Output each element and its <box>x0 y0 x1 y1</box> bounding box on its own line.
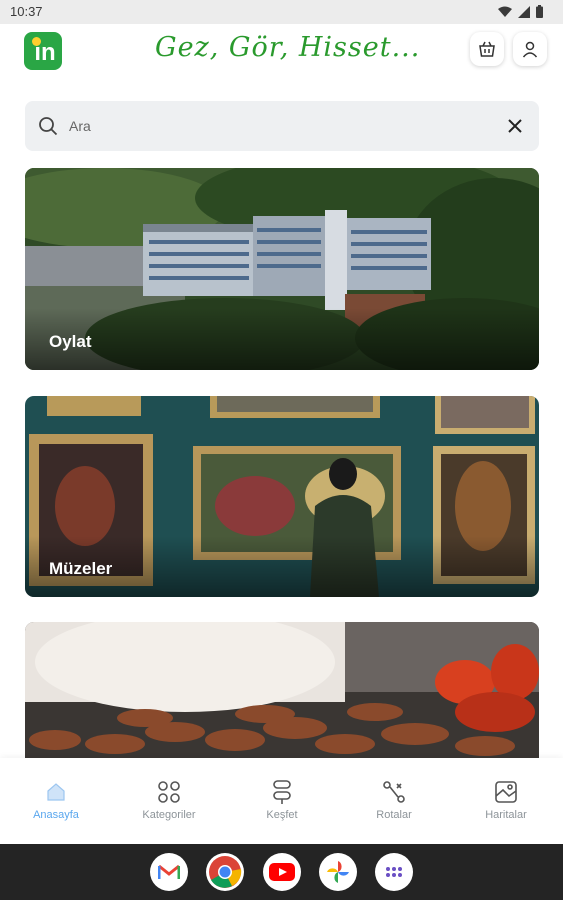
slogan: Gez, Gör, Hisset... <box>155 32 421 63</box>
system-taskbar <box>0 844 563 900</box>
photos-icon <box>327 861 349 883</box>
category-card-yemek[interactable] <box>25 622 539 758</box>
nav-label: Rotalar <box>376 809 412 821</box>
route-icon <box>383 781 405 803</box>
search-input[interactable] <box>69 114 489 138</box>
wifi-icon <box>498 6 512 17</box>
basket-icon <box>479 41 495 57</box>
nav-label: Anasayfa <box>33 809 79 821</box>
search-bar <box>25 101 539 151</box>
basket-button[interactable] <box>470 32 504 66</box>
app-logo[interactable]: in <box>24 32 62 70</box>
close-icon[interactable] <box>503 114 527 138</box>
chrome-icon <box>209 856 242 888</box>
profile-button[interactable] <box>513 32 547 66</box>
user-icon <box>522 41 538 58</box>
youtube-icon <box>269 863 295 881</box>
grill-image <box>25 622 539 758</box>
nav-label: Kategoriler <box>142 809 196 821</box>
nav-item-kesfet[interactable]: Keşfet <box>237 778 327 821</box>
hotel-image <box>25 168 539 370</box>
map-icon <box>495 781 517 803</box>
nav-item-anasayfa[interactable]: Anasayfa <box>11 778 101 821</box>
status-icons <box>498 5 543 18</box>
status-time: 10:37 <box>10 4 43 19</box>
photos-app-button[interactable] <box>319 853 357 891</box>
app-drawer-icon <box>386 867 402 877</box>
logo-dot <box>32 37 41 46</box>
app-header: in Gez, Gör, Hisset... <box>0 24 563 82</box>
nav-item-kategoriler[interactable]: Kategoriler <box>124 778 214 821</box>
category-card-muzeler[interactable]: Müzeler <box>25 396 539 597</box>
gmail-icon <box>158 864 180 879</box>
nav-item-rotalar[interactable]: Rotalar <box>349 778 439 821</box>
search-icon <box>39 117 58 136</box>
app-drawer-button[interactable] <box>375 853 413 891</box>
bottom-navigation: Anasayfa Kategoriler Keşfet Rotalar Hari… <box>0 758 563 844</box>
card-label: Müzeler <box>49 559 113 578</box>
gmail-app-button[interactable] <box>150 853 188 891</box>
nav-label: Haritalar <box>485 809 527 821</box>
home-icon <box>47 783 65 801</box>
grid-icon <box>158 781 180 803</box>
nav-item-haritalar[interactable]: Haritalar <box>461 778 551 821</box>
battery-icon <box>536 5 543 18</box>
category-card-oylat[interactable]: Oylat <box>25 168 539 370</box>
signal-icon <box>518 5 530 18</box>
youtube-app-button[interactable] <box>263 853 301 891</box>
status-bar: 10:37 <box>0 0 563 24</box>
nav-label: Keşfet <box>266 809 298 821</box>
discover-icon <box>273 780 291 804</box>
card-label: Oylat <box>49 332 92 351</box>
chrome-app-button[interactable] <box>206 853 244 891</box>
